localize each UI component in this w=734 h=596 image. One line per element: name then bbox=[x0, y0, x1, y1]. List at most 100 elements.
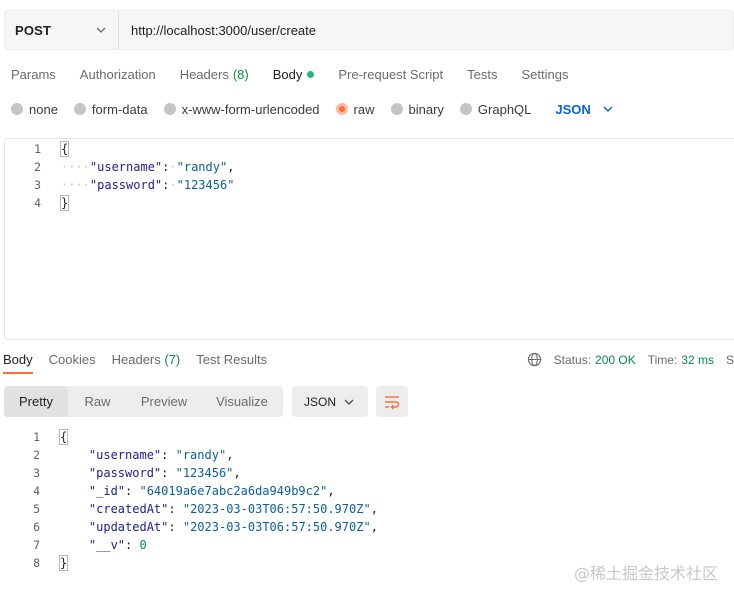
tab-label: Authorization bbox=[79, 66, 156, 82]
radio-label: raw bbox=[353, 101, 375, 117]
json-value: "randy" bbox=[175, 448, 227, 462]
tab-settings[interactable]: Settings bbox=[521, 63, 568, 85]
time-value[interactable]: 32 ms bbox=[681, 353, 714, 367]
tab-label: Headers bbox=[179, 66, 229, 82]
body-active-dot-icon bbox=[307, 70, 315, 78]
json-key: "password" bbox=[88, 466, 162, 480]
radio-circle-icon bbox=[73, 103, 86, 115]
radio-label: GraphQL bbox=[477, 101, 532, 117]
resp-tab-cookies[interactable]: Cookies bbox=[49, 352, 96, 372]
code-line: 1 { bbox=[5, 140, 734, 158]
open-brace: { bbox=[58, 429, 69, 445]
json-value: "2023-03-03T06:57:50.970Z" bbox=[182, 520, 371, 534]
time-label: Time: bbox=[647, 352, 678, 367]
json-key: "__v" bbox=[88, 538, 126, 552]
response-status: Status: 200 OK Time: 32 ms S bbox=[527, 352, 734, 367]
response-format-select[interactable]: JSON bbox=[292, 386, 368, 417]
radio-raw[interactable]: raw bbox=[335, 101, 375, 117]
json-value: "2023-03-03T06:57:50.970Z" bbox=[182, 502, 371, 516]
line-number: 6 bbox=[33, 520, 40, 534]
view-raw-button[interactable]: Raw bbox=[68, 386, 127, 417]
line-number: 1 bbox=[33, 430, 40, 444]
tab-body[interactable]: Body bbox=[273, 63, 315, 85]
close-brace: } bbox=[58, 555, 69, 571]
line-number: 2 bbox=[33, 448, 40, 462]
json-key: "createdAt" bbox=[88, 502, 169, 516]
wrap-lines-icon bbox=[385, 395, 400, 409]
json-value: "64019a6e7abc2a6da949b9c2" bbox=[139, 484, 328, 498]
code-line: 6 "updatedAt": "2023-03-03T06:57:50.970Z… bbox=[4, 518, 734, 536]
line-number: 7 bbox=[33, 538, 40, 552]
json-key: "_id" bbox=[88, 484, 126, 498]
watermark: @稀土掘金技术社区 bbox=[573, 564, 718, 583]
response-format-label: JSON bbox=[304, 394, 337, 409]
view-pretty-button[interactable]: Pretty bbox=[4, 386, 68, 417]
tab-params[interactable]: Params bbox=[11, 63, 56, 85]
code-line: 7 "__v": 0 bbox=[4, 536, 734, 554]
tab-headers[interactable]: Headers (8) bbox=[180, 63, 249, 85]
view-label: Pretty bbox=[19, 394, 53, 409]
open-brace: { bbox=[59, 141, 70, 157]
json-value: "randy" bbox=[176, 160, 228, 174]
view-label: Visualize bbox=[216, 394, 268, 409]
radio-form-data[interactable]: form-data bbox=[73, 102, 148, 117]
resp-tab-body[interactable]: Body bbox=[3, 352, 33, 374]
status-value[interactable]: 200 OK bbox=[595, 353, 636, 367]
json-comma: , bbox=[227, 160, 235, 174]
request-tabs: Params Authorization Headers (8) Body Pre… bbox=[11, 63, 592, 85]
radio-circle-icon bbox=[163, 103, 176, 115]
indent-dots: ···· bbox=[61, 160, 90, 174]
json-value: "123456" bbox=[175, 466, 234, 480]
response-view-toggle: Pretty Raw Preview Visualize bbox=[4, 386, 283, 417]
json-key: "username" bbox=[89, 160, 163, 174]
json-key: "username" bbox=[88, 448, 162, 462]
tab-pre-request-script[interactable]: Pre-request Script bbox=[338, 63, 443, 85]
radio-circle-icon bbox=[459, 103, 472, 115]
method-label: POST bbox=[15, 22, 52, 38]
view-visualize-button[interactable]: Visualize bbox=[201, 386, 283, 417]
tab-label: Headers bbox=[111, 352, 161, 367]
radio-x-www-form-urlencoded[interactable]: x-www-form-urlencoded bbox=[163, 101, 320, 117]
json-comma: , bbox=[370, 520, 378, 534]
line-number: 8 bbox=[33, 556, 40, 570]
globe-icon[interactable] bbox=[527, 352, 542, 367]
resp-tab-test-results[interactable]: Test Results bbox=[196, 352, 267, 372]
raw-format-label: JSON bbox=[555, 101, 591, 117]
size-label-truncated: S bbox=[725, 352, 734, 367]
headers-count: (8) bbox=[232, 66, 249, 82]
json-key: "updatedAt" bbox=[88, 520, 169, 534]
response-tabs: Body Cookies Headers (7) Test Results St… bbox=[3, 352, 734, 378]
tab-authorization[interactable]: Authorization bbox=[80, 63, 156, 85]
radio-binary[interactable]: binary bbox=[390, 102, 444, 117]
raw-format-select[interactable]: JSON bbox=[555, 102, 614, 117]
radio-none[interactable]: none bbox=[11, 102, 58, 117]
view-preview-button[interactable]: Preview bbox=[127, 386, 201, 417]
code-line: 5 "createdAt": "2023-03-03T06:57:50.970Z… bbox=[4, 500, 734, 518]
radio-graphql[interactable]: GraphQL bbox=[459, 101, 532, 117]
radio-label: x-www-form-urlencoded bbox=[181, 101, 320, 117]
tab-label: Body bbox=[272, 66, 303, 82]
response-body-viewer[interactable]: 1 { 2 "username": "randy", 3 "password":… bbox=[4, 428, 734, 578]
request-body-editor[interactable]: 1 { 2 ····"username":·"randy", 3 ····"pa… bbox=[4, 138, 734, 340]
json-comma: , bbox=[226, 448, 234, 462]
indent-dots: ···· bbox=[61, 178, 90, 192]
status-label: Status: bbox=[553, 352, 592, 367]
resp-tab-headers[interactable]: Headers (7) bbox=[112, 352, 181, 372]
code-line: 3 "password": "123456", bbox=[4, 464, 734, 482]
close-brace: } bbox=[59, 195, 70, 211]
url-input[interactable] bbox=[119, 11, 733, 49]
wrap-lines-button[interactable] bbox=[376, 386, 408, 417]
code-line: 4 } bbox=[5, 194, 734, 212]
line-number: 1 bbox=[34, 142, 41, 156]
json-comma: , bbox=[233, 466, 241, 480]
tab-label: Cookies bbox=[48, 352, 96, 367]
radio-label: none bbox=[29, 101, 58, 117]
tab-label: Pre-request Script bbox=[338, 66, 444, 82]
json-value: "123456" bbox=[176, 178, 235, 192]
radio-circle-icon bbox=[390, 103, 403, 115]
method-select[interactable]: POST bbox=[5, 11, 119, 49]
tab-label: Test Results bbox=[196, 352, 268, 367]
request-url-bar: POST bbox=[4, 10, 734, 50]
tab-tests[interactable]: Tests bbox=[467, 63, 497, 85]
radio-circle-icon bbox=[11, 103, 23, 115]
